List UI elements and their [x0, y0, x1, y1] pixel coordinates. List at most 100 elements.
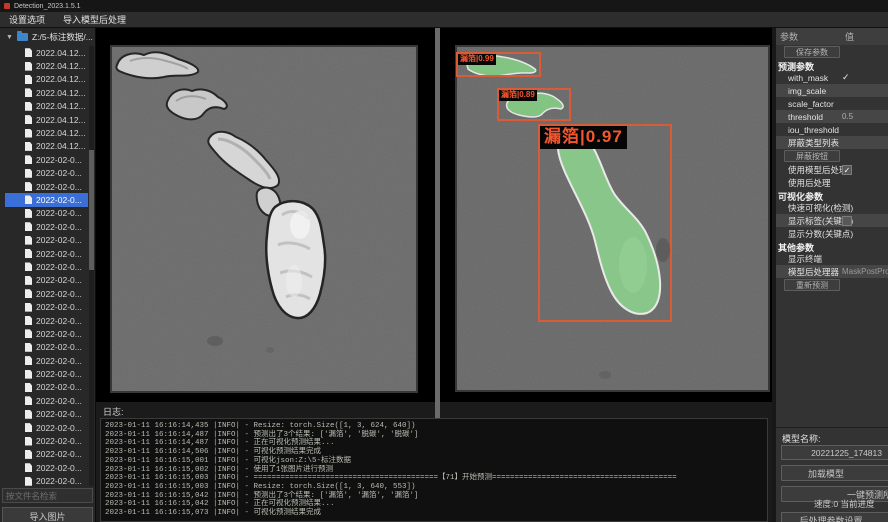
- tree-item[interactable]: 2022-02-0...: [5, 300, 88, 313]
- param-value[interactable]: ✓: [842, 165, 852, 175]
- filename-search-input[interactable]: [2, 488, 93, 503]
- tree-item[interactable]: 2022-02-0...: [5, 381, 88, 394]
- param-value[interactable]: ✓: [842, 72, 850, 83]
- tree-item-label: 2022-02-0...: [36, 342, 82, 352]
- file-icon: [25, 343, 32, 352]
- tree-item[interactable]: 2022-02-0...: [5, 408, 88, 421]
- tree-item[interactable]: 2022.04.12...: [5, 126, 88, 139]
- param-action-button[interactable]: 重新预测: [784, 279, 840, 291]
- file-icon: [25, 463, 32, 472]
- import-images-button[interactable]: 导入图片: [2, 507, 93, 522]
- tree-item[interactable]: 2022-02-0...: [5, 461, 88, 474]
- tree-scrollbar-thumb[interactable]: [89, 150, 94, 270]
- tree-root-folder[interactable]: ▼ Z:/5-标注数据/...: [0, 30, 93, 44]
- param-entry: with_mask with_mask with_mask ✓: [776, 71, 888, 84]
- tree-item[interactable]: 2022-02-0...: [5, 207, 88, 220]
- file-icon: [25, 102, 32, 111]
- file-icon: [25, 276, 32, 285]
- param-entry: 快速可视化(检测) 快速可视化(检测) 快速可视化(检测): [776, 201, 888, 214]
- tree-item[interactable]: 2022-02-0...: [5, 180, 88, 193]
- file-icon: [25, 222, 32, 231]
- file-icon: [25, 169, 32, 178]
- tree-item-label: 2022-02-0...: [36, 423, 82, 433]
- tree-item[interactable]: 2022-02-0...: [5, 247, 88, 260]
- tree-item-label: 2022-02-0...: [36, 302, 82, 312]
- tree-item[interactable]: 2022.04.12...: [5, 140, 88, 153]
- tree-item-label: 2022-02-0...: [36, 195, 82, 205]
- tree-item[interactable]: 2022-02-0...: [5, 193, 88, 206]
- param-value[interactable]: MaskPostPro: [842, 267, 888, 276]
- param-action-button[interactable]: 保存参数: [784, 46, 840, 58]
- param-value[interactable]: 0.5: [842, 112, 853, 121]
- tree-item[interactable]: 2022-02-0...: [5, 260, 88, 273]
- tree-item[interactable]: 2022.04.12...: [5, 46, 88, 59]
- postprocess-params-button[interactable]: 后处理参数设置: [781, 512, 888, 522]
- tree-item[interactable]: 2022-02-0...: [5, 274, 88, 287]
- original-image: [110, 45, 418, 393]
- tree-item-label: 2022-02-0...: [36, 409, 82, 419]
- tree-item[interactable]: 2022-02-0...: [5, 153, 88, 166]
- tree-item[interactable]: 2022.04.12...: [5, 113, 88, 126]
- tree-item[interactable]: 2022-02-0...: [5, 434, 88, 447]
- param-label: 显示终端: [788, 253, 842, 265]
- viewer-area: 漏箔|0.99 漏箔|0.89 漏箔|0.97 日志: 2023-01-11 1…: [96, 28, 772, 522]
- tree-item[interactable]: 2022-02-0...: [5, 327, 88, 340]
- tree-item-label: 2022.04.12...: [36, 74, 86, 84]
- tree-item[interactable]: 2022-02-0...: [5, 421, 88, 434]
- tree-item[interactable]: 2022-02-0...: [5, 220, 88, 233]
- file-icon: [25, 129, 32, 138]
- log-line: 2023-01-11 16:16:15,002 |INFO| - 使用了1张图片…: [105, 466, 767, 475]
- tree-item[interactable]: 2022-02-0...: [5, 341, 88, 354]
- param-value[interactable]: [842, 216, 852, 226]
- menu-item-import-postprocess[interactable]: 导入模型后处理: [54, 13, 135, 26]
- file-icon: [25, 88, 32, 97]
- tree-item[interactable]: 2022-02-0...: [5, 233, 88, 246]
- param-entry: 屏蔽按钮 屏蔽按钮 屏蔽按钮: [776, 149, 888, 163]
- tree-item-label: 2022-02-0...: [36, 222, 82, 232]
- tree-item[interactable]: 2022.04.12...: [5, 86, 88, 99]
- file-icon: [25, 316, 32, 325]
- file-icon: [25, 48, 32, 57]
- tree-item[interactable]: 2022-02-0...: [5, 314, 88, 327]
- section-divider: [776, 427, 888, 428]
- menu-bar: 设置选项 导入模型后处理: [0, 12, 888, 28]
- tree-item[interactable]: 2022-02-0...: [5, 448, 88, 461]
- param-action-button[interactable]: 屏蔽按钮: [784, 150, 840, 162]
- param-label: scale_factor: [788, 99, 842, 109]
- model-name-value[interactable]: 20221225_174813: [781, 445, 888, 460]
- tree-item-label: 2022.04.12...: [36, 61, 86, 71]
- tree-item-list: 2022.04.12... 2022.04.12... 2022.04.12..…: [0, 46, 96, 488]
- tree-item-label: 2022-02-0...: [36, 369, 82, 379]
- panel-splitter[interactable]: [435, 28, 440, 418]
- file-icon: [25, 182, 32, 191]
- load-model-button[interactable]: 加载模型: [781, 465, 888, 481]
- tree-item-label: 2022.04.12...: [36, 48, 86, 58]
- file-icon: [25, 75, 32, 84]
- tree-item-label: 2022-02-0...: [36, 235, 82, 245]
- param-entry: scale_factor scale_factor scale_factor: [776, 97, 888, 110]
- tree-item[interactable]: 2022-02-0...: [5, 475, 88, 488]
- file-icon: [25, 410, 32, 419]
- tree-item-label: 2022.04.12...: [36, 101, 86, 111]
- log-line: 2023-01-11 16:16:15,001 |INFO| - 可视化json…: [105, 457, 767, 466]
- param-label: img_scale: [788, 86, 842, 96]
- param-label: iou_threshold: [788, 125, 842, 135]
- expand-arrow-icon[interactable]: ▼: [6, 34, 13, 41]
- detection-label: 漏箔|0.97: [540, 126, 627, 149]
- param-label: threshold: [788, 112, 842, 122]
- tree-item[interactable]: 2022.04.12...: [5, 100, 88, 113]
- tree-item[interactable]: 2022.04.12...: [5, 73, 88, 86]
- tree-item-label: 2022-02-0...: [36, 275, 82, 285]
- tree-item[interactable]: 2022-02-0...: [5, 167, 88, 180]
- tree-item[interactable]: 2022-02-0...: [5, 354, 88, 367]
- tree-item[interactable]: 2022-02-0...: [5, 287, 88, 300]
- log-output[interactable]: 2023-01-11 16:16:14,435 |INFO| - Resize:…: [100, 418, 768, 522]
- prediction-image: 漏箔|0.99 漏箔|0.89 漏箔|0.97: [455, 45, 770, 392]
- menu-item-settings[interactable]: 设置选项: [0, 13, 54, 26]
- param-entry: 显示标签(关键点) 显示标签(关键点) 显示标签(关键点): [776, 214, 888, 227]
- param-entry: img_scale img_scale img_scale: [776, 84, 888, 97]
- tree-item[interactable]: 2022.04.12...: [5, 59, 88, 72]
- tree-item[interactable]: 2022-02-0...: [5, 394, 88, 407]
- tree-item[interactable]: 2022-02-0...: [5, 367, 88, 380]
- tree-root-label: Z:/5-标注数据/...: [32, 31, 93, 43]
